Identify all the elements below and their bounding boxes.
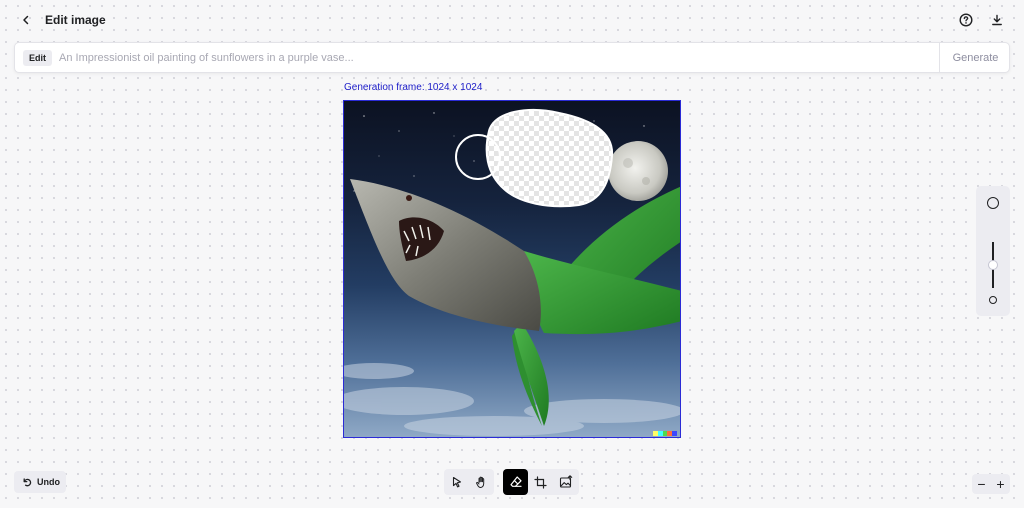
question-circle-icon: [959, 13, 973, 27]
frame-crop-icon: [534, 475, 547, 489]
edit-tag: Edit: [23, 50, 52, 66]
zoom-in-button[interactable]: +: [991, 474, 1010, 494]
undo-icon: [23, 478, 32, 487]
hand-icon: [475, 476, 484, 488]
download-icon: [992, 14, 1002, 26]
eraser-icon: [509, 476, 522, 487]
brush-cursor: [455, 134, 501, 180]
slider-thumb[interactable]: [988, 260, 998, 270]
zoom-controls: − +: [972, 474, 1010, 494]
download-button[interactable]: [987, 10, 1007, 30]
undo-label: Undo: [37, 477, 60, 487]
chevron-left-icon: [23, 15, 29, 25]
image-canvas[interactable]: [343, 100, 681, 438]
help-button[interactable]: [956, 10, 976, 30]
generated-image: [344, 109, 680, 436]
brush-size-slider[interactable]: [976, 186, 1010, 316]
brush-large-icon: [987, 197, 999, 209]
undo-button[interactable]: Undo: [14, 471, 66, 493]
top-bar: Edit image: [0, 0, 1024, 40]
upload-image-button[interactable]: [553, 469, 578, 495]
pan-tool-button[interactable]: [469, 469, 494, 495]
eraser-tool-button[interactable]: [503, 469, 528, 495]
generate-button[interactable]: Generate: [939, 43, 1011, 72]
back-button[interactable]: [16, 10, 36, 30]
prompt-input[interactable]: [59, 47, 935, 69]
page-title: Edit image: [45, 13, 106, 27]
image-upload-icon: [559, 475, 572, 488]
prompt-bar: Edit Generate: [14, 42, 1010, 73]
brush-small-icon: [989, 296, 997, 304]
zoom-out-button[interactable]: −: [972, 474, 991, 494]
generation-frame-label: Generation frame: 1024 x 1024: [344, 82, 483, 93]
select-tool-button[interactable]: [444, 469, 469, 495]
toolbar-navigation: [444, 469, 494, 495]
add-frame-button[interactable]: [528, 469, 553, 495]
toolbar-editing: [503, 469, 579, 495]
cursor-arrow-icon: [452, 476, 461, 488]
watermark-color-bar: [653, 431, 677, 436]
